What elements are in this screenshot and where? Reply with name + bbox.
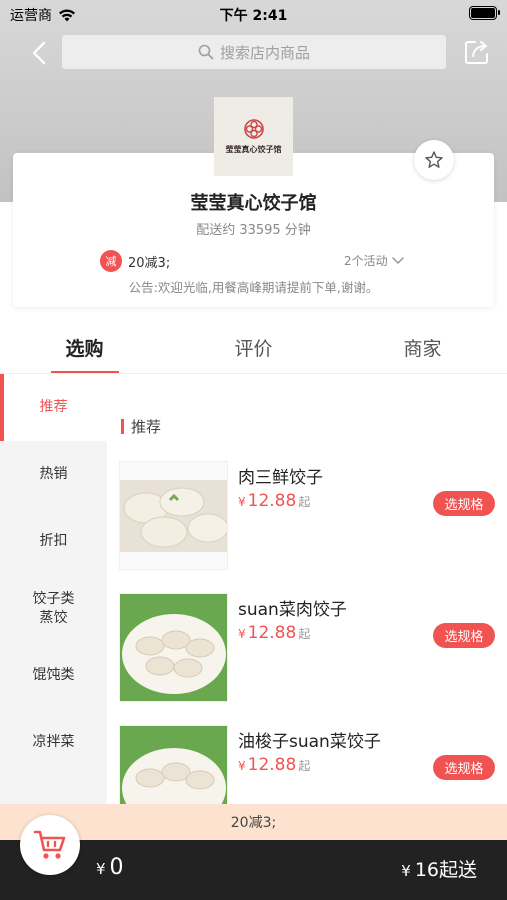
chevron-left-icon [32, 41, 46, 65]
shop-name: 莹莹真心饺子馆 [190, 193, 317, 214]
shop-logo: 莹莹真心饺子馆 [214, 97, 293, 176]
product-image [119, 593, 228, 702]
tab-reviews[interactable]: 评价 [169, 322, 338, 373]
section-title-label: 推荐 [131, 418, 162, 436]
section-title-bar [121, 419, 124, 434]
category-menu: 推荐 热销 折扣 饺子类 蒸饺 馄饨类 凉拌菜 [0, 374, 107, 804]
logo-text: 莹莹真心饺子馆 [225, 145, 282, 154]
product-name: 油梭子suan菜饺子 [238, 732, 381, 752]
product-item[interactable]: 油梭子suan菜饺子 ¥ 12.88 起 选规格 [119, 725, 497, 804]
status-time: 下午 2:41 [219, 8, 288, 24]
tab-order[interactable]: 选购 [0, 322, 169, 373]
shopping-cart-icon [33, 830, 66, 859]
back-button[interactable] [24, 38, 54, 68]
cart-button[interactable] [20, 815, 80, 875]
section-title: 推荐 [121, 416, 161, 437]
battery-icon [469, 6, 500, 20]
star-icon [425, 151, 443, 168]
category-item-cold-dishes[interactable]: 凉拌菜 [0, 709, 107, 776]
promo-row: 减 20减3; [100, 250, 170, 272]
share-button[interactable] [463, 38, 491, 66]
share-icon [465, 41, 488, 64]
logo-emblem-icon [243, 119, 264, 139]
promo-text: 20减3; [128, 255, 171, 271]
shop-notice: 公告:欢迎光临,用餐高峰期请提前下单,谢谢。 [128, 280, 379, 295]
select-spec-button[interactable]: 选规格 [433, 491, 495, 516]
search-placeholder: 搜索店内商品 [219, 43, 310, 62]
tab-bar: 选购 评价 商家 [0, 322, 507, 374]
cart-total: ¥ 0 [96, 855, 124, 880]
activities-toggle[interactable]: 2个活动 [344, 252, 404, 269]
product-name: suan菜肉饺子 [238, 600, 347, 620]
category-item-discount[interactable]: 折扣 [0, 508, 107, 575]
min-order-label: ¥ 16起送 [401, 859, 477, 881]
chevron-down-icon [391, 256, 404, 264]
favorite-button[interactable] [414, 140, 454, 180]
select-spec-button[interactable]: 选规格 [433, 755, 495, 780]
category-item-hot[interactable]: 热销 [0, 441, 107, 508]
product-item[interactable]: 肉三鲜饺子 ¥ 12.88 起 选规格 [119, 461, 497, 571]
product-image [119, 461, 228, 570]
activities-label: 2个活动 [344, 254, 388, 268]
product-item[interactable]: suan菜肉饺子 ¥ 12.88 起 选规格 [119, 593, 497, 703]
category-item-wonton[interactable]: 馄饨类 [0, 642, 107, 709]
product-name: 肉三鲜饺子 [238, 468, 323, 488]
search-input[interactable]: 搜索店内商品 [62, 35, 446, 69]
status-bar: 运营商 下午 2:41 [0, 0, 507, 28]
product-list: 推荐 肉三鲜饺子 ¥ 12.88 起 选规格 suan菜肉饺子 ¥ 12.88 … [107, 374, 507, 804]
search-icon [198, 44, 214, 60]
category-item-recommended[interactable]: 推荐 [0, 374, 107, 441]
tab-merchant[interactable]: 商家 [338, 322, 507, 373]
promo-badge: 减 [100, 250, 122, 272]
product-image [119, 725, 228, 804]
product-price: ¥ 12.88 起 [238, 623, 311, 643]
delivery-time: 配送约 33595 分钟 [196, 223, 311, 238]
product-price: ¥ 12.88 起 [238, 755, 311, 775]
product-price: ¥ 12.88 起 [238, 491, 311, 511]
select-spec-button[interactable]: 选规格 [433, 623, 495, 648]
category-item-dumplings[interactable]: 饺子类 蒸饺 [0, 575, 107, 642]
